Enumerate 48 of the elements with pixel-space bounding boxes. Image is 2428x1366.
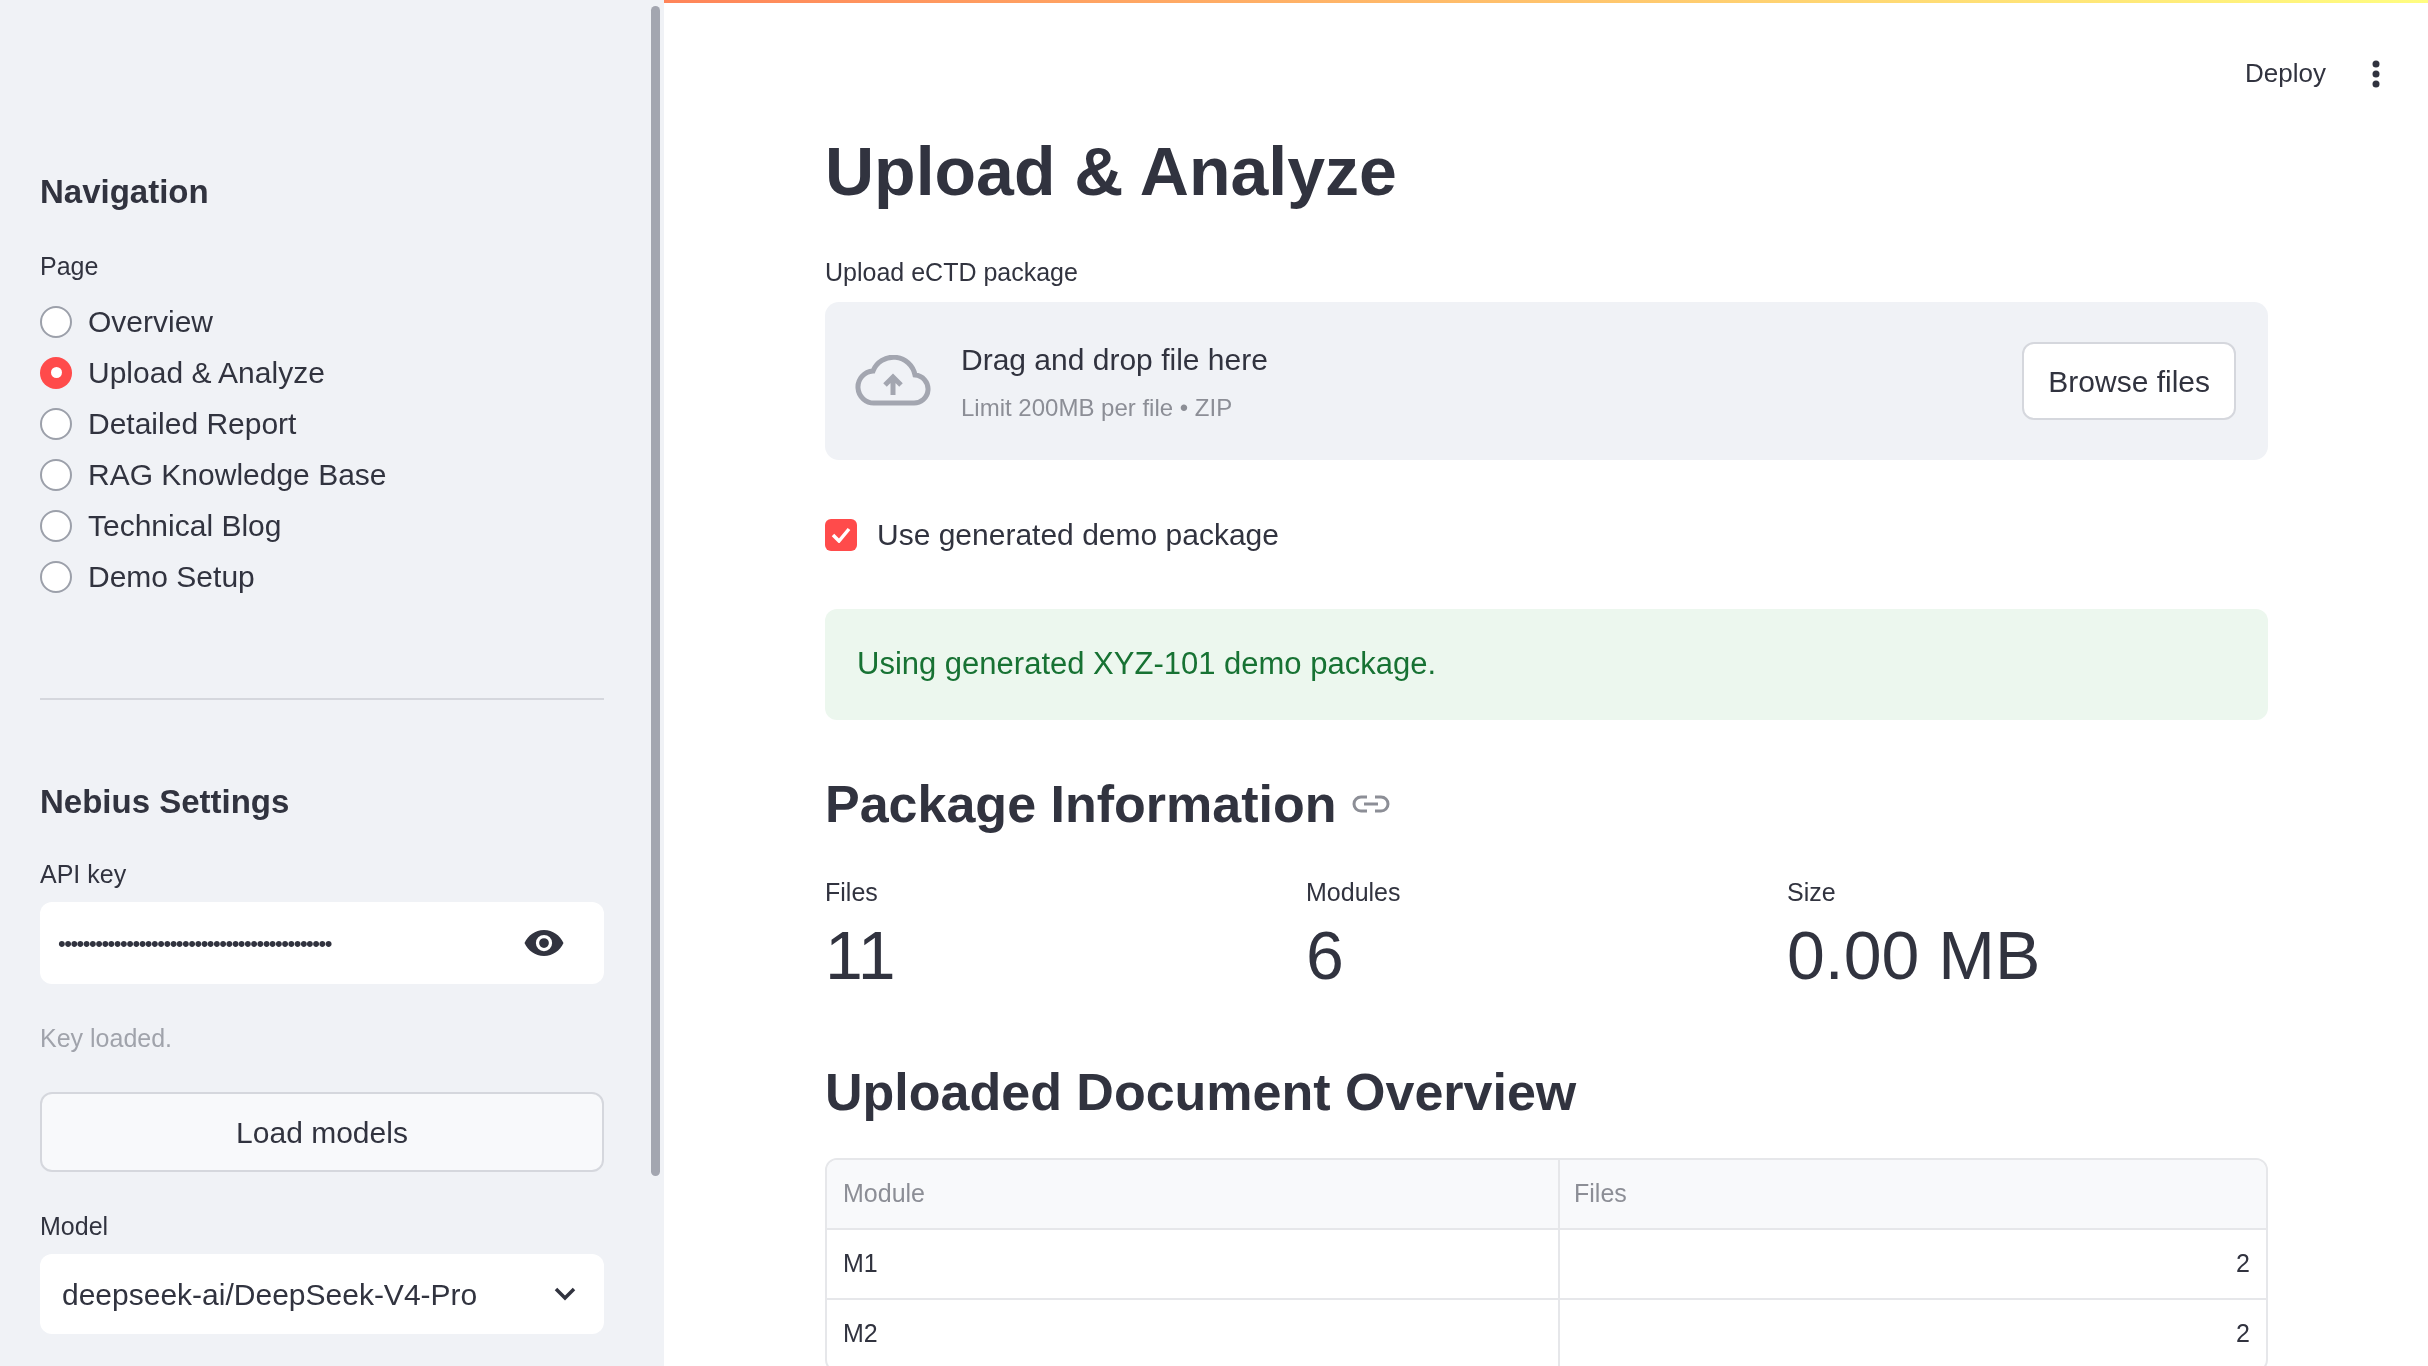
radio-icon [40, 560, 72, 593]
api-key-field[interactable]: •••••••••••••••••••••••••••••••••••••••••••• [40, 902, 604, 984]
scrollbar-thumb[interactable] [651, 6, 660, 1176]
metric-label: Files [825, 877, 879, 908]
file-dropzone[interactable]: Drag and drop file here Limit 200MB per file • ZIP Browse files [825, 302, 2268, 460]
radio-icon [40, 509, 72, 542]
field-label: API key [40, 859, 128, 890]
radio-icon [40, 407, 72, 440]
radio-option[interactable]: Overview [40, 296, 604, 347]
success-alert: Using generated XYZ-101 demo package. [825, 609, 2268, 720]
page-title: Upload & Analyze [825, 132, 1398, 211]
radio-option[interactable]: Upload & Analyze [40, 347, 604, 398]
section-heading: Navigation [40, 172, 210, 212]
section-heading: Uploaded Document Overview [825, 1062, 1578, 1123]
more-vertical-icon[interactable] [2372, 59, 2380, 88]
metric-value: 11 [825, 916, 897, 995]
dropzone-limit: Limit 200MB per file • ZIP [961, 392, 1234, 423]
radio-icon [40, 458, 72, 491]
status-text: Key loaded. [40, 1023, 174, 1054]
radio-option[interactable]: Technical Blog [40, 500, 604, 551]
demo-checkbox[interactable]: Use generated demo package [825, 512, 2268, 557]
radio-option[interactable]: Demo Setup [40, 551, 604, 602]
radio-option[interactable]: RAG Knowledge Base [40, 449, 604, 500]
chevron-down-icon [554, 1287, 576, 1301]
table-cell-text: 2 [2235, 1318, 2251, 1350]
radio-option[interactable]: Detailed Report [40, 398, 604, 449]
section-heading: Package Information [825, 774, 1337, 835]
metric-value: 0.00 MB [1787, 916, 2042, 995]
dropzone-instruction: Drag and drop file here [961, 341, 1269, 378]
radio-icon [40, 356, 72, 389]
table-cell: M1 [827, 1230, 1560, 1298]
section-heading: Nebius Settings [40, 782, 291, 822]
table-cell: M2 [827, 1300, 1560, 1366]
metric-label: Modules [1306, 877, 1402, 908]
link-icon[interactable] [1352, 794, 1391, 814]
eye-icon[interactable] [524, 930, 564, 956]
field-label: Page [40, 251, 100, 282]
deploy-button[interactable]: Deploy [2239, 50, 2332, 97]
field-label: Model [40, 1211, 110, 1242]
field-label: Upload eCTD package [825, 257, 1079, 288]
metric-value: 6 [1306, 916, 1345, 995]
metric-label: Size [1787, 877, 1837, 908]
radio-icon [40, 305, 72, 338]
cloud-upload-icon [855, 355, 931, 407]
table-cell-text: 2 [2235, 1248, 2251, 1280]
browse-files-button[interactable]: Browse files [2022, 342, 2236, 420]
model-select[interactable]: deepseek-ai/DeepSeek-V4-Pro [40, 1254, 604, 1334]
load-models-button[interactable]: Load models [40, 1092, 604, 1172]
